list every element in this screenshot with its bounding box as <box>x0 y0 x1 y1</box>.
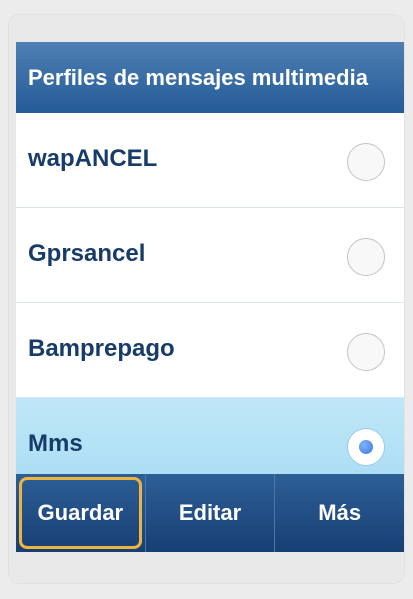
edit-button[interactable]: Editar <box>144 474 275 552</box>
page-title: Perfiles de mensajes multimedia <box>28 64 368 90</box>
radio-button[interactable] <box>347 238 385 276</box>
radio-button[interactable] <box>347 428 385 466</box>
profiles-list: wapANCEL Gprsancel Bamprepago Mms <box>16 113 404 492</box>
radio-button[interactable] <box>347 333 385 371</box>
profile-label: Gprsancel <box>28 240 146 267</box>
profile-label: Bamprepago <box>28 335 175 362</box>
screen-header: Perfiles de mensajes multimedia <box>16 42 404 113</box>
radio-selected-dot <box>359 440 373 454</box>
profile-label: Mms <box>28 430 83 457</box>
profile-row-bamprepago[interactable]: Bamprepago <box>16 303 404 398</box>
mms-profiles-screen: Perfiles de mensajes multimedia wapANCEL… <box>16 42 404 552</box>
softkey-bar: Guardar Editar Más <box>16 474 404 552</box>
profile-row-gprsancel[interactable]: Gprsancel <box>16 208 404 303</box>
profile-row-wapancel[interactable]: wapANCEL <box>16 113 404 208</box>
profile-label: wapANCEL <box>28 145 158 172</box>
more-button[interactable]: Más <box>274 474 404 552</box>
save-button[interactable]: Guardar <box>16 474 145 552</box>
radio-button[interactable] <box>347 143 385 181</box>
